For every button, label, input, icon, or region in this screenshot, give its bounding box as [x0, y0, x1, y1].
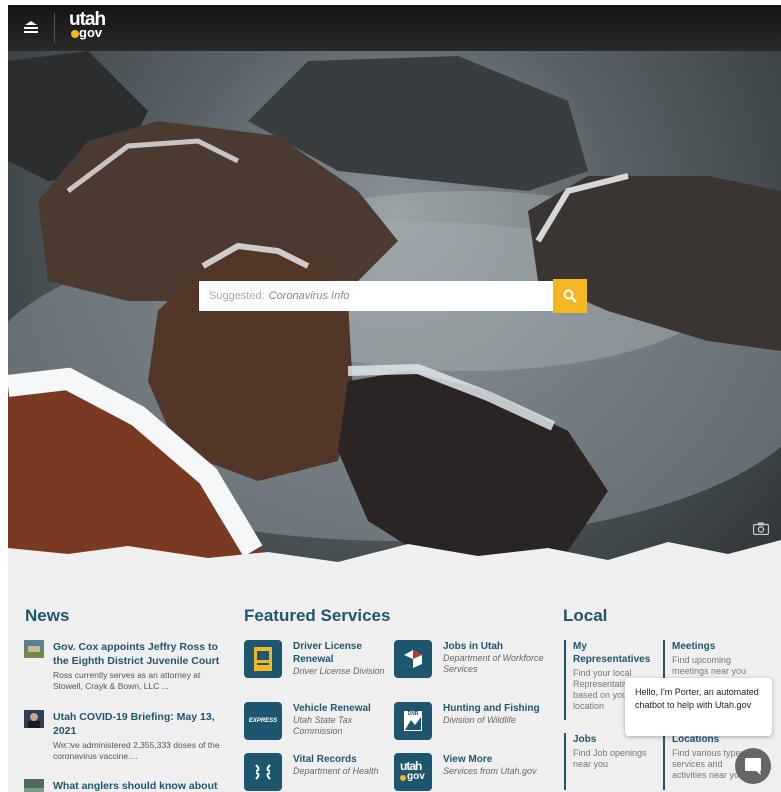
menu-button[interactable]: [8, 5, 54, 51]
workforce-icon: [394, 640, 432, 678]
news-summary: Ross currently serves as an attorney at …: [53, 670, 201, 691]
search-button[interactable]: [553, 279, 587, 313]
service-view-more[interactable]: utah gov View More Services from Utah.go…: [394, 753, 544, 791]
search-icon: [563, 289, 577, 303]
service-provider: Department of Health: [293, 766, 379, 776]
utah-gov-icon-dot: [400, 775, 406, 781]
service-vital-records[interactable]: Vital Records Department of Health: [244, 753, 394, 791]
news-summary: We□ve administered 2,355,333 doses of th…: [53, 740, 220, 761]
chatbot-greeting[interactable]: Hello, I'm Porter, an automated chatbot …: [625, 678, 772, 736]
local-description: Find Job openings near you: [573, 748, 647, 769]
service-title: Vital Records: [293, 754, 357, 765]
camera-icon: [752, 522, 770, 536]
utah-gov-logo[interactable]: utah gov: [67, 9, 106, 45]
service-provider: Department of Workforce Services: [443, 653, 544, 674]
id-card-icon: [244, 640, 282, 678]
logo-gov-text: gov: [79, 25, 103, 40]
dnr-icon: DNR: [394, 702, 432, 740]
mountain-ridge-divider: [8, 540, 781, 596]
hero-image: Suggested: Coronavirus Info: [8, 51, 781, 596]
utah-gov-icon-bottom: gov: [407, 771, 425, 782]
search-bar: Suggested: Coronavirus Info: [199, 279, 587, 313]
search-input[interactable]: Suggested: Coronavirus Info: [199, 281, 553, 311]
news-item[interactable]: Utah COVID-19 Briefing: May 13, 2021 We□…: [24, 710, 224, 762]
local-description: Find upcoming meetings near you: [672, 655, 747, 676]
health-icon: [244, 753, 282, 791]
local-jobs[interactable]: Jobs Find Job openings near you: [564, 733, 659, 790]
service-title: Hunting and Fishing: [443, 703, 540, 714]
service-hunting-fishing[interactable]: DNR Hunting and Fishing Division of Wild…: [394, 702, 544, 740]
news-item[interactable]: What anglers should know about: [24, 779, 224, 792]
featured-services-heading: Featured Services: [244, 606, 391, 625]
chat-bubble-icon: [745, 758, 761, 775]
service-title: Vehicle Renewal: [293, 703, 371, 714]
news-title[interactable]: Utah COVID-19 Briefing: May 13, 2021: [53, 710, 224, 738]
service-driver-license[interactable]: Driver License Renewal Driver License Di…: [244, 640, 394, 678]
local-title: Meetings: [672, 641, 716, 652]
news-thumbnail: [24, 640, 44, 658]
service-provider: Utah State Tax Commission: [293, 715, 353, 736]
photo-credit-button[interactable]: [752, 522, 771, 536]
dnr-icon-label: DNR: [407, 711, 419, 717]
news-title[interactable]: What anglers should know about: [53, 779, 218, 792]
top-navigation-bar: utah gov: [8, 5, 781, 51]
service-provider: Services from Utah.gov: [443, 766, 537, 776]
news-item[interactable]: Gov. Cox appoints Jeffry Ross to the Eig…: [24, 640, 224, 692]
service-provider: Division of Wildlife: [443, 715, 516, 725]
service-title: Driver License Renewal: [293, 641, 362, 665]
local-heading: Local: [563, 606, 608, 625]
news-thumbnail: [24, 779, 44, 792]
news-thumbnail: [24, 710, 44, 728]
search-suggested-label: Suggested:: [209, 290, 265, 302]
news-heading: News: [25, 606, 70, 625]
express-icon-label: EXPRESS: [248, 718, 278, 724]
header-divider: [54, 13, 55, 43]
service-title: View More: [443, 754, 493, 765]
utah-gov-icon: utah gov: [394, 753, 432, 791]
search-placeholder: Coronavirus Info: [268, 290, 350, 302]
service-vehicle-renewal[interactable]: EXPRESS Vehicle Renewal Utah State Tax C…: [244, 702, 394, 740]
chatbot-button[interactable]: [735, 748, 771, 784]
express-icon: EXPRESS: [244, 702, 282, 740]
logo-dot: [71, 30, 79, 38]
hero-rocks-illustration: [8, 51, 781, 596]
service-jobs-in-utah[interactable]: Jobs in Utah Department of Workforce Ser…: [394, 640, 544, 678]
service-title: Jobs in Utah: [443, 641, 504, 652]
local-title: My Representatives: [573, 641, 651, 665]
news-title[interactable]: Gov. Cox appoints Jeffry Ross to the Eig…: [53, 640, 224, 668]
menu-icon: [24, 21, 38, 33]
service-provider: Driver License Division: [293, 666, 385, 676]
